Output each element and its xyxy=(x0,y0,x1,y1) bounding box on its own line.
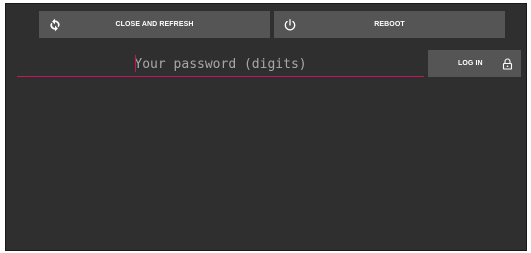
reboot-label: REBOOT xyxy=(374,21,405,28)
password-input[interactable] xyxy=(17,52,424,76)
log-in-button[interactable]: LOG IN xyxy=(428,50,521,77)
close-and-refresh-label: CLOSE AND REFRESH xyxy=(115,21,194,28)
app-screen: CLOSE AND REFRESH REBOOT LOG IN xyxy=(5,3,527,251)
power-icon xyxy=(284,18,296,30)
lock-icon xyxy=(502,57,513,70)
refresh-icon xyxy=(50,18,60,31)
password-field[interactable] xyxy=(17,52,424,77)
reboot-button[interactable]: REBOOT xyxy=(274,11,505,38)
text-cursor xyxy=(135,55,136,72)
close-and-refresh-button[interactable]: CLOSE AND REFRESH xyxy=(39,11,270,38)
